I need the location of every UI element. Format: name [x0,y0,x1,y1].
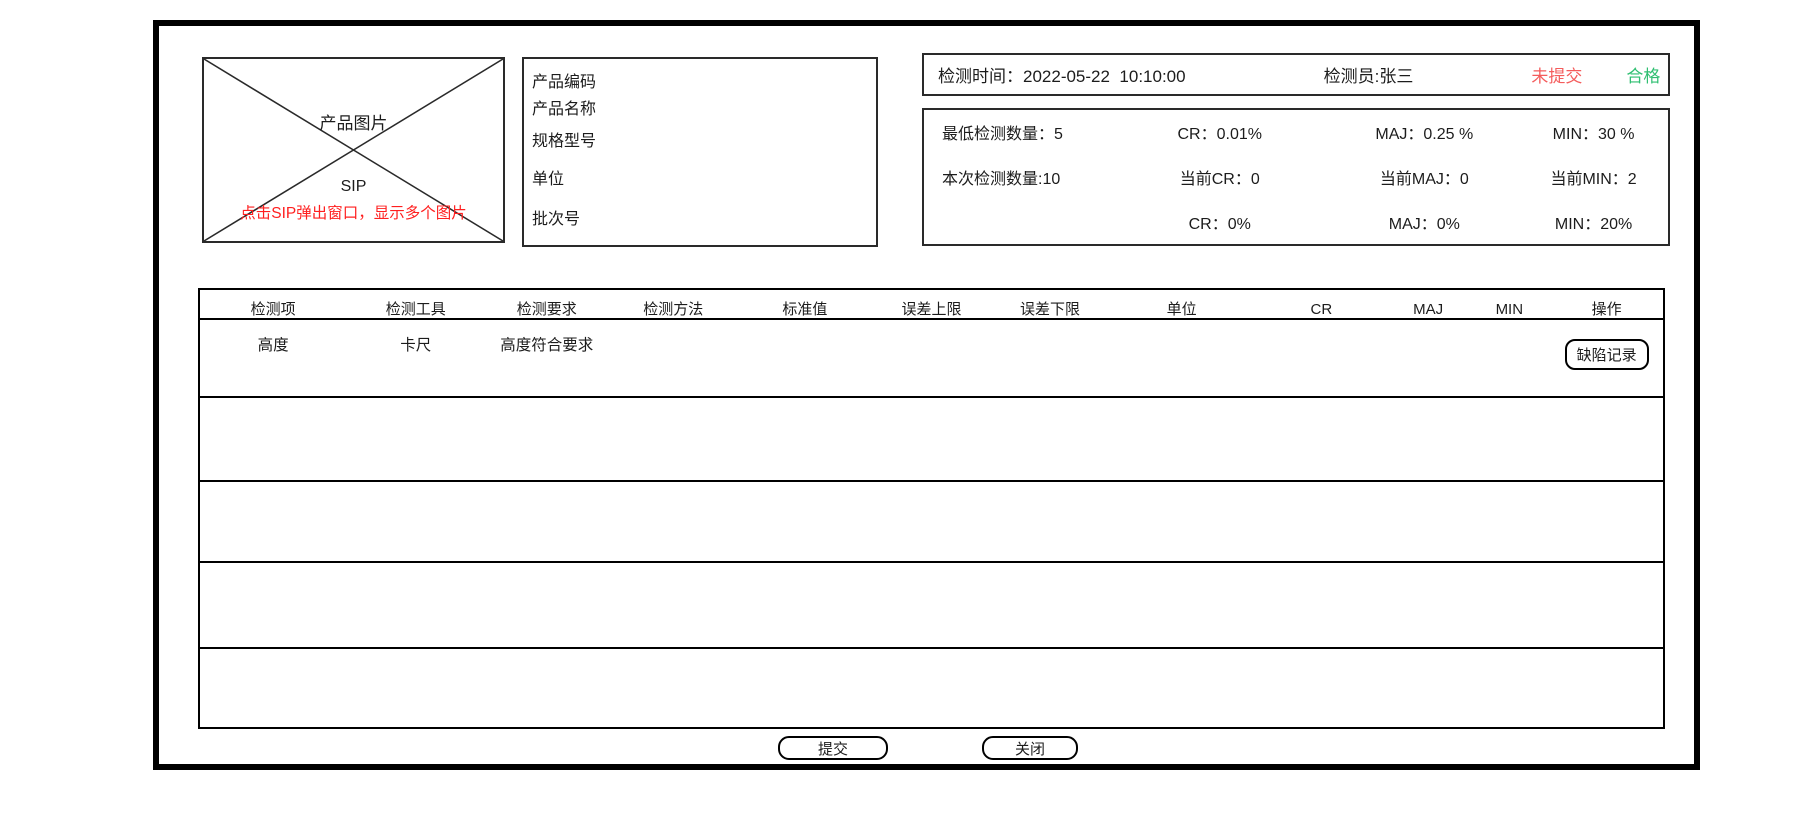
inspection-time-label: 检测时间： [938,67,1023,86]
status-unsubmitted-badge: 未提交 [1531,62,1582,87]
defect-record-button[interactable]: 缺陷记录 [1565,339,1649,370]
col-header-cr: CR [1255,302,1388,319]
cell-upper-tolerance [872,320,992,333]
col-header-inspect-tool: 检测工具 [346,302,485,319]
col-header-inspect-item: 检测项 [200,302,346,319]
cell-min [1468,320,1550,333]
cell-requirement: 高度符合要求 [485,320,608,355]
table-row-empty [200,561,1663,647]
stat-min-limit: MIN：30 % [1519,120,1668,144]
col-header-standard-value: 标准值 [738,302,871,319]
col-header-lower-tolerance: 误差下限 [991,302,1108,319]
inspection-stats-panel: 最低检测数量：5 CR：0.01% MAJ：0.25 % MIN：30 % 本次… [922,108,1670,246]
cell-cr [1255,320,1388,333]
submit-button[interactable]: 提交 [778,736,888,760]
status-qualified-badge: 合格 [1626,62,1660,87]
stat-current-cr: 当前CR：0 [1110,165,1329,189]
stat-cr-rate: CR：0% [1110,210,1329,234]
col-header-min: MIN [1468,302,1550,319]
cell-inspect-item: 高度 [200,320,346,355]
field-label-unit: 单位 [532,165,564,189]
stat-maj-rate: MAJ：0% [1329,210,1519,234]
table-row-empty [200,396,1663,480]
table-row-empty [200,480,1663,561]
cell-maj [1388,320,1468,333]
sip-hint-text: 点击SIP弹出窗口，显示多个图片 [204,201,503,223]
field-label-product-name: 产品名称 [532,95,596,119]
cell-unit [1108,320,1254,333]
col-header-method: 检测方法 [608,302,738,319]
col-header-upper-tolerance: 误差上限 [872,302,992,319]
table-header-row: 检测项 检测工具 检测要求 检测方法 标准值 误差上限 误差下限 单位 CR M… [200,290,1663,318]
product-image-title: 产品图片 [204,109,503,134]
stat-current-inspect-qty: 本次检测数量:10 [924,165,1110,189]
table-row: 高度 卡尺 高度符合要求 缺陷记录 [200,318,1663,396]
cell-standard-value [738,320,871,333]
inspection-items-table: 检测项 检测工具 检测要求 检测方法 标准值 误差上限 误差下限 单位 CR M… [198,288,1665,729]
col-header-maj: MAJ [1388,302,1468,319]
stat-min-inspect-qty: 最低检测数量：5 [924,120,1110,144]
field-label-product-code: 产品编码 [532,68,596,92]
close-button[interactable]: 关闭 [982,736,1078,760]
col-header-action: 操作 [1550,302,1663,319]
product-info-panel: 产品编码 产品名称 规格型号 单位 批次号 [522,57,878,247]
col-header-unit: 单位 [1108,302,1254,319]
cell-action: 缺陷记录 [1550,320,1663,370]
table-row-empty [200,647,1663,727]
sip-link[interactable]: SIP [204,178,503,196]
stat-maj-limit: MAJ：0.25 % [1329,120,1519,144]
cell-method [608,320,738,333]
stat-min-rate: MIN：20% [1519,210,1668,234]
field-label-spec-model: 规格型号 [532,127,596,151]
col-header-requirement: 检测要求 [485,302,608,319]
cell-inspect-tool: 卡尺 [346,320,485,355]
stat-cr-limit: CR：0.01% [1110,120,1329,144]
inspector-name: 检测员:张三 [1324,62,1414,87]
stat-current-min: 当前MIN：2 [1519,165,1668,189]
cell-lower-tolerance [991,320,1108,333]
stat-current-maj: 当前MAJ：0 [1329,165,1519,189]
inspection-header-panel: 检测时间：2022-05-22 10:10:00 检测员:张三 未提交 合格 [922,53,1670,96]
inspection-time-value: 2022-05-22 10:10:00 [1023,67,1186,86]
field-label-batch-number: 批次号 [532,205,580,229]
product-image-placeholder[interactable]: 产品图片 SIP 点击SIP弹出窗口，显示多个图片 [202,57,505,243]
inspection-time: 检测时间：2022-05-22 10:10:00 [938,62,1186,87]
